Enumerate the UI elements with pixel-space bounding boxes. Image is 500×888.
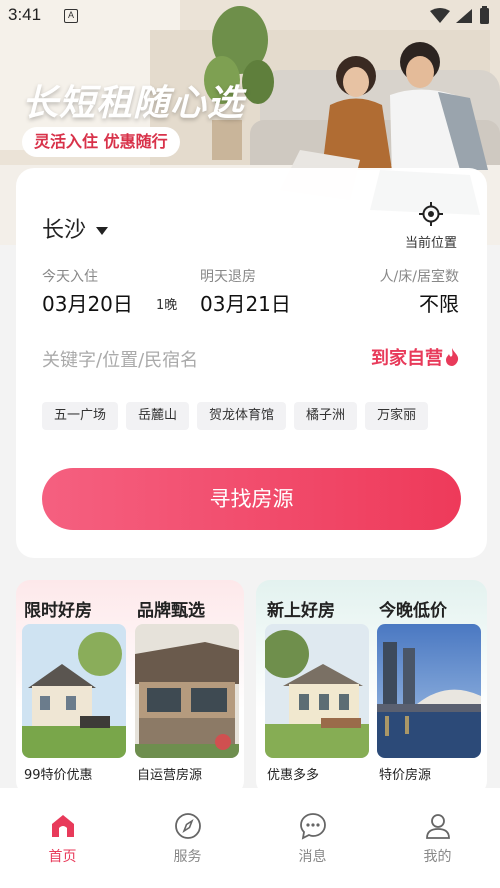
checkout-date[interactable]: 03月21日: [200, 288, 291, 317]
status-indicators-icon: [430, 6, 489, 24]
tab-home[interactable]: 首页: [0, 788, 125, 888]
feature-title: 限时好房: [24, 601, 92, 621]
hero-title: 长短租随心选: [22, 83, 245, 124]
checkin-label: 今天入住: [42, 269, 98, 285]
feature-caption: 特价房源: [379, 768, 432, 783]
tab-messages[interactable]: 消息: [250, 788, 375, 888]
feature-title: 新上好房: [267, 601, 335, 621]
location-tag[interactable]: 岳麓山: [126, 402, 190, 430]
status-time: 3:41: [8, 5, 42, 24]
tab-label: 消息: [298, 849, 327, 865]
compass-icon: [174, 813, 201, 839]
feature-caption: 99特价优惠: [24, 768, 93, 783]
tab-label: 首页: [48, 849, 77, 865]
keyword-input[interactable]: 关键字/位置/民宿名: [42, 346, 198, 372]
checkin-date[interactable]: 03月20日: [42, 288, 133, 317]
feature-title: 品牌甄选: [137, 601, 205, 621]
hero-subtitle-badge: 灵活入住 优惠随行: [22, 127, 180, 157]
checkout-label: 明天退房: [200, 269, 256, 285]
tab-label: 服务: [173, 849, 202, 865]
city-name: 长沙: [42, 218, 87, 243]
self-operated-link[interactable]: 到家自营: [371, 344, 459, 370]
house-photo: [135, 624, 239, 758]
search-card: 长沙 当前位置 今天入住 03月20日 1晚 明天退房 03月21日 人/床/居…: [16, 168, 487, 558]
location-tag[interactable]: 万家丽: [365, 402, 429, 430]
self-operated-label: 到家自营: [371, 348, 443, 369]
city-night-photo: [377, 624, 481, 758]
chat-icon: [299, 813, 326, 840]
current-location-label: 当前位置: [404, 236, 457, 251]
location-tag[interactable]: 五一广场: [42, 402, 119, 430]
current-location-button[interactable]: 当前位置: [401, 202, 461, 251]
nights-count: 1晚: [156, 298, 178, 313]
bottom-tab-bar: 首页 服务 消息 我的: [0, 788, 500, 888]
tab-profile[interactable]: 我的: [375, 788, 500, 888]
feature-card-right: 新上好房 优惠多多 今晚低价 特价房源: [256, 580, 487, 795]
locate-icon: [419, 202, 443, 226]
status-bar: 3:41 A: [0, 0, 500, 32]
guests-label: 人/床/居室数: [379, 269, 459, 285]
guests-value[interactable]: 不限: [419, 288, 459, 317]
tab-label: 我的: [423, 849, 452, 865]
search-button[interactable]: 寻找房源: [42, 468, 461, 530]
location-tag[interactable]: 贺龙体育馆: [197, 402, 287, 430]
hot-location-tags: 五一广场 岳麓山 贺龙体育馆 橘子洲 万家丽: [42, 402, 429, 430]
feature-card-left: 限时好房 99特价优惠 品牌甄选 自运营房源: [16, 580, 244, 795]
flame-icon: [446, 348, 459, 366]
profile-icon: [425, 814, 450, 839]
location-tag[interactable]: 橘子洲: [294, 402, 358, 430]
caret-down-icon: [96, 227, 109, 235]
home-icon: [51, 815, 74, 837]
tab-services[interactable]: 服务: [125, 788, 250, 888]
notification-icon: A: [64, 9, 78, 23]
feature-title: 今晚低价: [379, 601, 447, 621]
house-photo: [22, 624, 126, 758]
feature-caption: 自运营房源: [137, 768, 203, 783]
feature-caption: 优惠多多: [267, 768, 320, 783]
house-photo: [265, 624, 369, 758]
city-selector[interactable]: 长沙: [42, 212, 109, 244]
